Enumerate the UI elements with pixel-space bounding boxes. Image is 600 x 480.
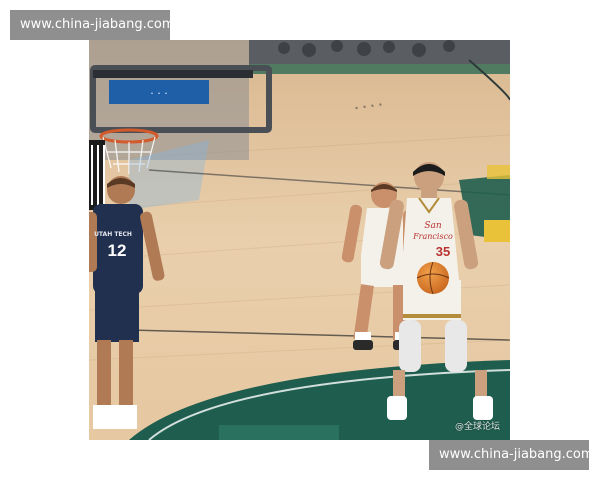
left-player-team: UTAH TECH — [94, 231, 132, 238]
key-paint-light — [219, 425, 339, 440]
court-sideline-band — [249, 64, 510, 74]
photo-scene: · · · · · · · UTAH TECH 12 San Francisco… — [89, 40, 510, 440]
arena-banner-text: · · · — [150, 87, 167, 100]
shooter-number: 35 — [436, 244, 450, 259]
shooter-team-line1: San — [424, 221, 442, 231]
left-player-number: 12 — [108, 241, 127, 260]
referee — [89, 140, 105, 210]
watermark-top: www.china-jiabang.com — [10, 10, 175, 40]
corner-watermark: @全球论坛 — [454, 422, 500, 432]
shooter-team-line2: Francisco — [412, 232, 453, 241]
basketball-photo: · · · · · · · UTAH TECH 12 San Francisco… — [89, 40, 510, 440]
watermark-bottom: www.china-jiabang.com — [429, 440, 594, 470]
backboard-top-bar — [93, 70, 253, 78]
center-logo-yellow-top — [487, 165, 510, 179]
center-logo-yellow — [484, 220, 510, 242]
basketball — [417, 262, 449, 294]
